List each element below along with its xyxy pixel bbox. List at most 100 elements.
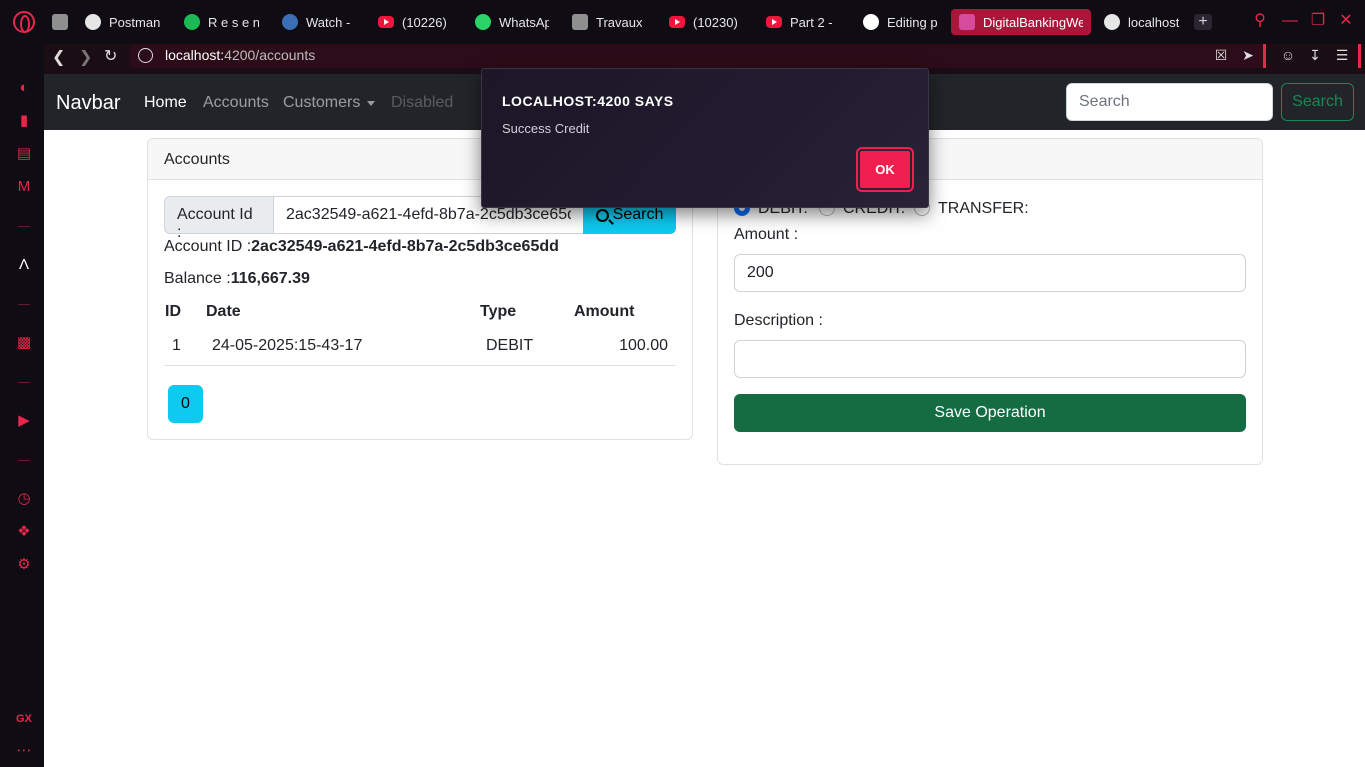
tab-label: Travaux (596, 14, 643, 30)
nav-accounts[interactable]: Accounts (203, 94, 269, 112)
account-id-value: 2ac32549-a621-4efd-8b7a-2c5db3ce65dd (251, 238, 559, 255)
youtube-icon (669, 16, 685, 28)
divider (18, 460, 30, 461)
extensions-icon[interactable]: ❖ (15, 523, 33, 541)
tab-label: Watch - (306, 14, 351, 30)
spotify-icon (184, 14, 200, 30)
tab-localhost[interactable]: localhost (1104, 9, 1180, 35)
tab-youtube-1[interactable]: (10226) (378, 9, 452, 35)
account-id-label: Account Id : (164, 196, 274, 241)
disney-icon (282, 14, 298, 30)
description-input[interactable] (734, 340, 1246, 378)
postman-icon (85, 14, 101, 30)
column-header-date: Date (206, 303, 241, 320)
tab-digitalbanking[interactable]: DigitalBankingWe (951, 9, 1091, 35)
gx-control-icon[interactable]: ▮ (15, 112, 33, 130)
download-icon[interactable]: ↧ (1307, 47, 1323, 63)
opera-logo-icon[interactable] (13, 11, 35, 33)
history-icon[interactable]: ◷ (15, 490, 33, 508)
more-icon[interactable]: ⋯ (15, 742, 33, 760)
cell-date: 24-05-2025:15-43-17 (205, 328, 479, 366)
tab-whatsapp[interactable]: WhatsAp (475, 9, 549, 35)
dialog-message: Success Credit (502, 121, 590, 136)
tab-label: (10230) (693, 14, 738, 30)
navbar-search-input[interactable] (1066, 83, 1273, 121)
radio-transfer-label: TRANSFER: (938, 200, 1029, 217)
gx-corner-icon[interactable]: ▤ (15, 145, 33, 163)
chevron-down-icon[interactable] (367, 101, 375, 106)
site-info-icon[interactable] (138, 48, 153, 63)
table-row: 1 24-05-2025:15-43-17 DEBIT 100.00 (164, 328, 676, 366)
back-icon[interactable]: ❮ (52, 47, 65, 67)
navbar-brand[interactable]: Navbar (56, 92, 120, 115)
angular-icon (959, 14, 975, 30)
dialog-title: LOCALHOST:4200 SAYS (502, 93, 674, 109)
account-id-info: Account ID :2ac32549-a621-4efd-8b7a-2c5d… (164, 238, 559, 256)
tab-github[interactable]: Editing p (863, 9, 938, 35)
url-path: 4200/accounts (224, 47, 316, 63)
tab-label: Editing p (887, 14, 938, 30)
tab-postman[interactable]: Postman (85, 9, 160, 35)
profile-icon[interactable]: ☺ (1280, 47, 1296, 63)
tab-youtube-2[interactable]: (10230) (669, 9, 743, 35)
balance-info: Balance :116,667.39 (164, 270, 310, 288)
reload-icon[interactable]: ↻ (104, 46, 117, 66)
speed-dial-icon[interactable]: ◐ (15, 79, 33, 97)
cell-id: 1 (164, 328, 205, 366)
search-label: Search (612, 206, 664, 223)
globe-icon (1104, 14, 1120, 30)
tab-travaux[interactable]: Travaux (572, 9, 646, 35)
minimize-icon[interactable]: — (1280, 11, 1300, 31)
account-id-caption: Account ID : (164, 238, 252, 255)
easy-setup-icon[interactable]: ☰ (1334, 47, 1350, 63)
url-text[interactable]: localhost:4200/accounts (165, 47, 315, 63)
navbar-search-button[interactable]: Search (1281, 83, 1354, 121)
tab-label: WhatsAp (499, 14, 549, 30)
classroom-icon (572, 14, 588, 30)
tab-youtube-3[interactable]: Part 2 - (766, 9, 840, 35)
gamepad-icon (52, 14, 68, 30)
dialog-ok-button[interactable]: OK (856, 147, 914, 192)
balance-caption: Balance : (164, 270, 231, 287)
tab-label: Part 2 - (790, 14, 833, 30)
column-header-id: ID (165, 303, 181, 320)
column-header-amount: Amount (574, 303, 635, 320)
nav-customers-dropdown[interactable]: Customers (283, 94, 360, 112)
aria-icon[interactable]: Λ (15, 256, 33, 274)
music-player-icon[interactable]: M (15, 178, 33, 196)
amount-label: Amount : (734, 226, 799, 243)
adblock-icon[interactable]: ☒ (1213, 47, 1229, 63)
description-label: Description : (734, 312, 823, 329)
divider (1358, 44, 1361, 68)
save-operation-button[interactable]: Save Operation (734, 394, 1246, 432)
close-icon[interactable]: ✕ (1336, 11, 1356, 31)
player-icon[interactable]: ▶ (15, 412, 33, 430)
divider (18, 304, 30, 305)
divider (18, 382, 30, 383)
nav-home[interactable]: Home (144, 94, 187, 112)
settings-icon[interactable]: ⚙ (15, 556, 33, 574)
tab-spotify[interactable]: R e s e n (184, 9, 259, 35)
tab-game-icon[interactable] (52, 9, 74, 35)
cell-type: DEBIT (479, 328, 573, 366)
tab-watch[interactable]: Watch - (282, 9, 354, 35)
twitch-icon[interactable]: ▩ (15, 334, 33, 352)
search-icon (595, 208, 609, 222)
whatsapp-icon (475, 14, 491, 30)
maximize-icon[interactable]: ❐ (1308, 11, 1328, 31)
tab-label: (10226) (402, 14, 447, 30)
page-button[interactable]: 0 (168, 385, 203, 423)
tab-label: localhost (1128, 14, 1180, 30)
send-icon[interactable]: ➤ (1240, 47, 1256, 63)
balance-value: 116,667.39 (230, 270, 310, 287)
gx-icon[interactable]: GX (15, 710, 33, 728)
search-tabs-icon[interactable]: ⚲ (1250, 11, 1270, 31)
nav-disabled: Disabled (391, 94, 454, 111)
alert-dialog: LOCALHOST:4200 SAYS Success Credit OK (481, 68, 929, 208)
youtube-icon (766, 16, 782, 28)
amount-input[interactable] (734, 254, 1246, 292)
forward-icon[interactable]: ❯ (79, 47, 92, 67)
cell-amount: 100.00 (573, 328, 676, 366)
new-tab-button[interactable]: + (1194, 14, 1212, 30)
divider (1263, 44, 1266, 68)
